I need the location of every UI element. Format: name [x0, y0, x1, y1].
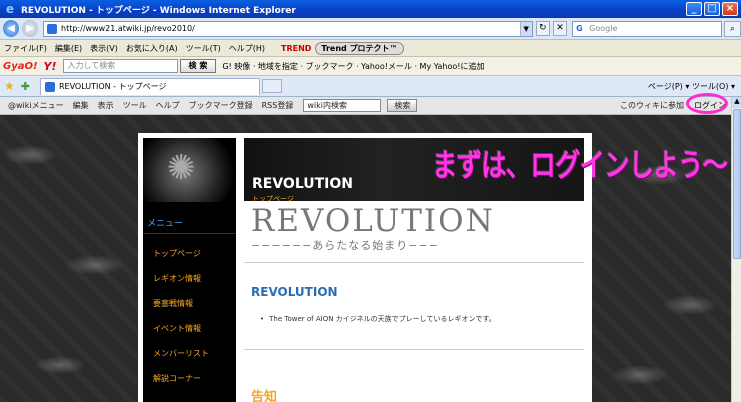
ie-command-tools[interactable]: ページ(P) ▾ ツール(O) ▾ [648, 81, 735, 92]
menu-bar: ファイル(F) 編集(E) 表示(V) お気に入り(A) ツール(T) ヘルプ(… [0, 40, 741, 57]
refresh-button[interactable]: ↻ [535, 21, 550, 36]
window-controls: _ □ × [686, 2, 738, 16]
yahoo-search-input[interactable]: 入力して検索 [62, 59, 178, 73]
add-favorite-icon[interactable]: ✚ [21, 80, 30, 93]
wiki-search-input[interactable]: wiki内検索 [303, 99, 382, 112]
tab-favicon-icon [44, 81, 55, 92]
address-dropdown-button[interactable]: ▼ [519, 21, 532, 36]
notice-heading: 告知 [251, 390, 278, 402]
logo-word: REVOLUTION [251, 203, 495, 239]
minimize-button[interactable]: _ [686, 2, 702, 16]
sidebar-item-events[interactable]: イベント情報 [143, 323, 236, 334]
wiki-view-link[interactable]: 表示 [98, 100, 114, 111]
sidebar-item-fortress[interactable]: 要塞戦情報 [143, 298, 236, 309]
sidebar-item-members[interactable]: メンバーリスト [143, 348, 236, 359]
yahoo-tools[interactable]: G! 映像 · 地域を指定 · ブックマーク · Yahoo!メール · My … [222, 61, 484, 72]
emblem-icon: ✺ [167, 148, 196, 188]
wiki-account-area: このウィキに参加 ログイン [620, 93, 731, 114]
sidebar-heading: メニュー [143, 216, 236, 234]
wiki-edit-link[interactable]: 編集 [73, 100, 89, 111]
address-field[interactable]: http://www21.atwiki.jp/revo2010/ ▼ [43, 20, 533, 37]
divider [244, 349, 584, 350]
address-url: http://www21.atwiki.jp/revo2010/ [61, 24, 195, 33]
trend-protect-button[interactable]: Trend プロテクト™ [315, 41, 404, 55]
yahoo-search-button[interactable]: 検 索 [179, 59, 217, 73]
maximize-button[interactable]: □ [704, 2, 720, 16]
sidebar-item-top[interactable]: トップページ [143, 248, 236, 259]
highlight-circle [686, 93, 728, 114]
tab-current[interactable]: REVOLUTION - トップページ [39, 77, 260, 95]
new-tab-button[interactable] [261, 79, 282, 93]
menu-help[interactable]: ヘルプ(H) [225, 43, 269, 54]
menu-favorites[interactable]: お気に入り(A) [122, 43, 182, 54]
sidebar-item-guide[interactable]: 解説コーナー [143, 373, 236, 384]
scroll-thumb[interactable] [733, 109, 741, 259]
scroll-up-button[interactable]: ▲ [732, 97, 741, 108]
yahoo-toolbar: GyaO! Y! 入力して検索 検 索 G! 映像 · 地域を指定 · ブックマ… [0, 57, 741, 76]
banner-title: REVOLUTION [252, 176, 354, 192]
revolution-logo: REVOLUTION −−−−−−あらたなる始まり−−− [251, 203, 513, 258]
divider [244, 262, 584, 263]
address-toolbar: ◀ ▶ http://www21.atwiki.jp/revo2010/ ▼ ↻… [0, 18, 741, 40]
wiki-rss-link[interactable]: RSS登録 [262, 100, 294, 111]
section-heading: REVOLUTION [251, 285, 338, 299]
ie-logo-icon: e [5, 2, 15, 16]
wiki-tools-link[interactable]: ツール [123, 100, 147, 111]
tab-title: REVOLUTION - トップページ [58, 82, 167, 91]
sidebar-item-legion[interactable]: レギオン情報 [143, 273, 236, 284]
wiki-bookmark-link[interactable]: ブックマーク登録 [189, 100, 253, 111]
wiki-menu-link[interactable]: @wikiメニュー [8, 100, 64, 111]
web-search-button[interactable]: ⌕ [723, 20, 741, 37]
web-search-input[interactable]: Google [572, 20, 722, 37]
back-button[interactable]: ◀ [3, 20, 19, 37]
gyao-logo[interactable]: GyaO! [3, 61, 38, 72]
stop-button[interactable]: ✕ [552, 21, 568, 36]
sidebar: ✺ メニュー トップページ レギオン情報 要塞戦情報 イベント情報 メンバーリス… [143, 138, 236, 402]
login-link[interactable]: ログイン [686, 93, 728, 114]
intro-bullet: The Tower of AION カイジネルの天族でプレーしているレギオンです… [260, 314, 496, 324]
menu-file[interactable]: ファイル(F) [0, 43, 51, 54]
forward-button[interactable]: ▶ [22, 20, 38, 37]
join-wiki-link[interactable]: このウィキに参加 [620, 100, 684, 111]
yahoo-logo[interactable]: Y! [44, 60, 57, 73]
wiki-search-button[interactable]: 検索 [387, 99, 418, 112]
favicon-icon [47, 23, 57, 34]
favorites-star-icon[interactable]: ★ [4, 79, 15, 93]
trend-logo[interactable]: TREND [281, 44, 311, 53]
menu-edit[interactable]: 編集(E) [51, 43, 86, 54]
tab-bar: ★ ✚ REVOLUTION - トップページ ページ(P) ▾ ツール(O) … [0, 76, 741, 97]
window-title: REVOLUTION - トップページ - Windows Internet E… [21, 5, 296, 16]
login-instruction-overlay: まずは、ログインしよう～ [432, 148, 728, 184]
wiki-help-link[interactable]: ヘルプ [156, 100, 180, 111]
close-button[interactable]: × [722, 2, 738, 16]
menu-tools[interactable]: ツール(T) [182, 43, 225, 54]
vertical-scrollbar[interactable]: ▲ [731, 97, 741, 402]
menu-view[interactable]: 表示(V) [86, 43, 122, 54]
trend-toolbar: TREND Trend プロテクト™ [281, 41, 404, 55]
wiki-toolbar: @wikiメニュー 編集 表示 ツール ヘルプ ブックマーク登録 RSS登録 w… [0, 93, 731, 115]
logo-tagline: −−−−−−あらたなる始まり−−− [251, 239, 439, 252]
site-emblem: ✺ [143, 138, 236, 202]
title-bar: e REVOLUTION - トップページ - Windows Internet… [0, 0, 741, 18]
